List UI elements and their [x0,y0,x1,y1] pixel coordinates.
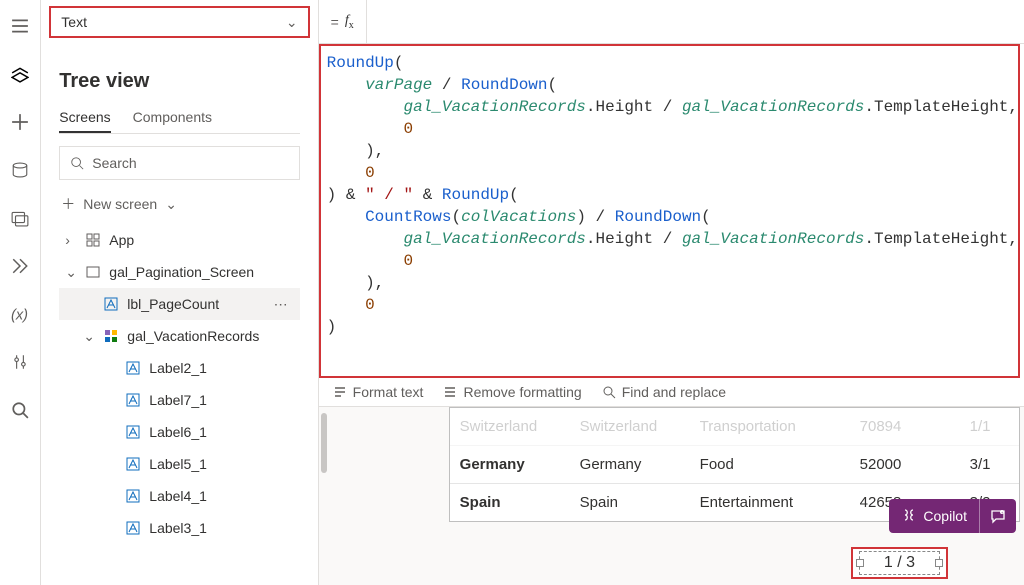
right-col: = fx RoundUp( varPage / RoundDown( gal_V… [319,0,1024,585]
tree-item-label2[interactable]: Label2_1 [59,352,299,384]
canvas[interactable]: SwitzerlandSwitzerlandTransportation7089… [319,407,1024,585]
more-icon[interactable]: ⋯ [274,296,300,313]
fx-icon[interactable]: fx [345,13,358,31]
tree-item-label: gal_VacationRecords [127,328,299,344]
table-row: GermanyGermanyFood520003/1 [450,446,1019,484]
tree-item-screen[interactable]: ⌄ gal_Pagination_Screen [59,256,299,288]
search-icon [602,385,616,399]
label-icon [125,488,141,504]
tree-item-label6[interactable]: Label6_1 [59,416,299,448]
variables-icon[interactable]: (x) [10,304,30,324]
tree-item-gallery[interactable]: ⌄ gal_VacationRecords [59,320,299,352]
tree-item-label: gal_Pagination_Screen [109,264,299,280]
chevron-down-icon: ⌄ [83,328,95,345]
plus-icon[interactable] [10,112,30,132]
new-screen-button[interactable]: ＋ New screen ⌄ [59,188,299,224]
table-row: SwitzerlandSwitzerlandTransportation7089… [450,408,1019,446]
formula-toolbar: Format text Remove formatting Find and r… [319,378,1024,407]
property-dropdown-value: Text [61,14,87,30]
format-text-button[interactable]: Format text [333,384,424,400]
panel-title: Tree view [59,70,299,93]
search-icon[interactable] [10,400,30,420]
tree-item-app[interactable]: › App [59,224,299,256]
chevron-down-icon: ⌄ [165,196,177,213]
tree-item-label4[interactable]: Label4_1 [59,480,299,512]
tree-item-label: lbl_PageCount [127,296,265,312]
search-input[interactable]: Search [59,146,299,180]
hamburger-icon[interactable] [10,16,30,36]
tree-view-icon[interactable] [10,64,30,84]
left-icon-rail: (x) [0,0,41,585]
remove-formatting-button[interactable]: Remove formatting [443,384,581,400]
app-icon [85,232,101,248]
copilot-label: Copilot [923,508,967,524]
screen-icon [85,264,101,280]
tree-item-label5[interactable]: Label5_1 [59,448,299,480]
tree: › App ⌄ gal_Pagination_Screen lbl_PageCo… [59,224,299,544]
chevron-down-icon: ⌄ [286,14,298,31]
copilot-icon [901,508,917,524]
tab-components[interactable]: Components [133,103,212,133]
tab-screens[interactable]: Screens [59,103,110,133]
tree-item-label3[interactable]: Label3_1 [59,512,299,544]
tree-panel: Text ⌄ Tree view Screens Components Sear… [41,0,318,585]
property-dropdown[interactable]: Text ⌄ [49,6,309,38]
gallery-icon [103,328,119,344]
tree-item-selected[interactable]: lbl_PageCount ⋯ [59,288,299,320]
data-icon[interactable] [10,160,30,180]
chevron-right-icon: › [65,232,77,248]
tree-item-label7[interactable]: Label7_1 [59,384,299,416]
label-icon [125,360,141,376]
search-placeholder: Search [92,155,136,171]
scrollbar[interactable] [319,407,329,585]
label-icon [125,520,141,536]
plus-icon: ＋ [61,194,75,214]
media-icon[interactable] [10,208,30,228]
remove-format-icon [443,385,457,399]
page-count-control[interactable]: 1 / 3 [851,547,948,579]
label-icon [125,392,141,408]
power-automate-icon[interactable] [10,256,30,276]
label-icon [125,424,141,440]
label-icon [125,456,141,472]
chevron-down-icon: ⌄ [65,264,77,281]
tree-item-label: App [109,232,299,248]
new-screen-label: New screen [83,196,157,212]
copilot-button[interactable]: Copilot + [889,499,1016,533]
find-replace-button[interactable]: Find and replace [602,384,726,400]
formula-bar[interactable]: RoundUp( varPage / RoundDown( gal_Vacati… [319,44,1020,378]
tools-icon[interactable] [10,352,30,372]
svg-text:(x): (x) [11,308,28,323]
format-icon [333,385,347,399]
label-icon [103,296,119,312]
page-count-label: 1 / 3 [859,551,940,575]
copilot-chat-icon[interactable]: + [979,499,1016,533]
equals-label: = [325,14,345,30]
search-icon [70,156,84,170]
